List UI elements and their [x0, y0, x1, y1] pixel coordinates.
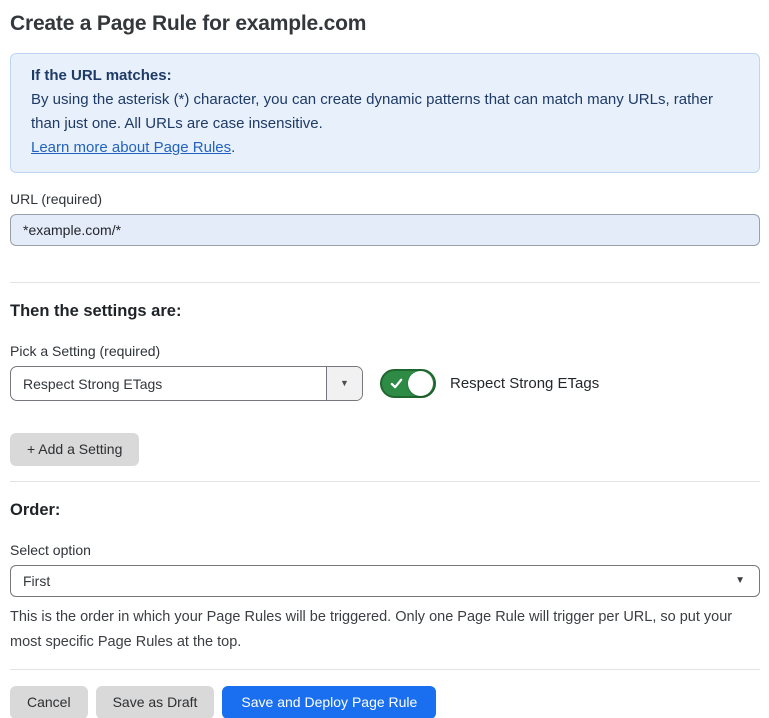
order-select[interactable]: First ▼	[10, 565, 760, 597]
url-match-info-box: If the URL matches: By using the asteris…	[10, 53, 760, 173]
save-draft-button[interactable]: Save as Draft	[96, 686, 215, 718]
learn-more-period: .	[231, 139, 235, 156]
info-box-body: By using the asterisk (*) character, you…	[31, 88, 739, 136]
setting-select-dropdown-button[interactable]: ▼	[326, 367, 362, 400]
save-deploy-button[interactable]: Save and Deploy Page Rule	[222, 686, 436, 718]
order-heading: Order:	[10, 500, 760, 520]
page-title: Create a Page Rule for example.com	[10, 11, 760, 37]
chevron-down-icon: ▼	[735, 576, 745, 586]
toggle-label: Respect Strong ETags	[450, 375, 599, 392]
url-label: URL (required)	[10, 191, 760, 208]
section-divider	[10, 282, 760, 283]
cancel-button[interactable]: Cancel	[10, 686, 88, 718]
settings-heading: Then the settings are:	[10, 301, 760, 321]
order-select-value: First	[23, 573, 50, 589]
footer-actions: Cancel Save as Draft Save and Deploy Pag…	[10, 686, 760, 718]
info-box-heading: If the URL matches:	[31, 64, 739, 88]
etags-toggle[interactable]	[380, 369, 436, 398]
info-box-link-row: Learn more about Page Rules.	[31, 136, 739, 160]
order-help-text: This is the order in which your Page Rul…	[10, 605, 760, 655]
toggle-knob[interactable]	[408, 371, 433, 396]
chevron-down-icon: ▼	[340, 379, 349, 388]
footer-divider	[10, 669, 760, 670]
check-icon	[390, 377, 403, 390]
setting-row: Respect Strong ETags ▼ Respect Strong ET…	[10, 366, 760, 401]
setting-select-value: Respect Strong ETags	[11, 367, 326, 400]
select-option-label: Select option	[10, 542, 760, 559]
learn-more-link[interactable]: Learn more about Page Rules	[31, 139, 231, 156]
section-divider	[10, 481, 760, 482]
url-input[interactable]	[10, 214, 760, 246]
setting-select[interactable]: Respect Strong ETags ▼	[10, 366, 363, 401]
create-page-rule-form: Create a Page Rule for example.com If th…	[0, 11, 769, 718]
pick-setting-label: Pick a Setting (required)	[10, 343, 760, 360]
add-setting-button[interactable]: + Add a Setting	[10, 433, 139, 466]
